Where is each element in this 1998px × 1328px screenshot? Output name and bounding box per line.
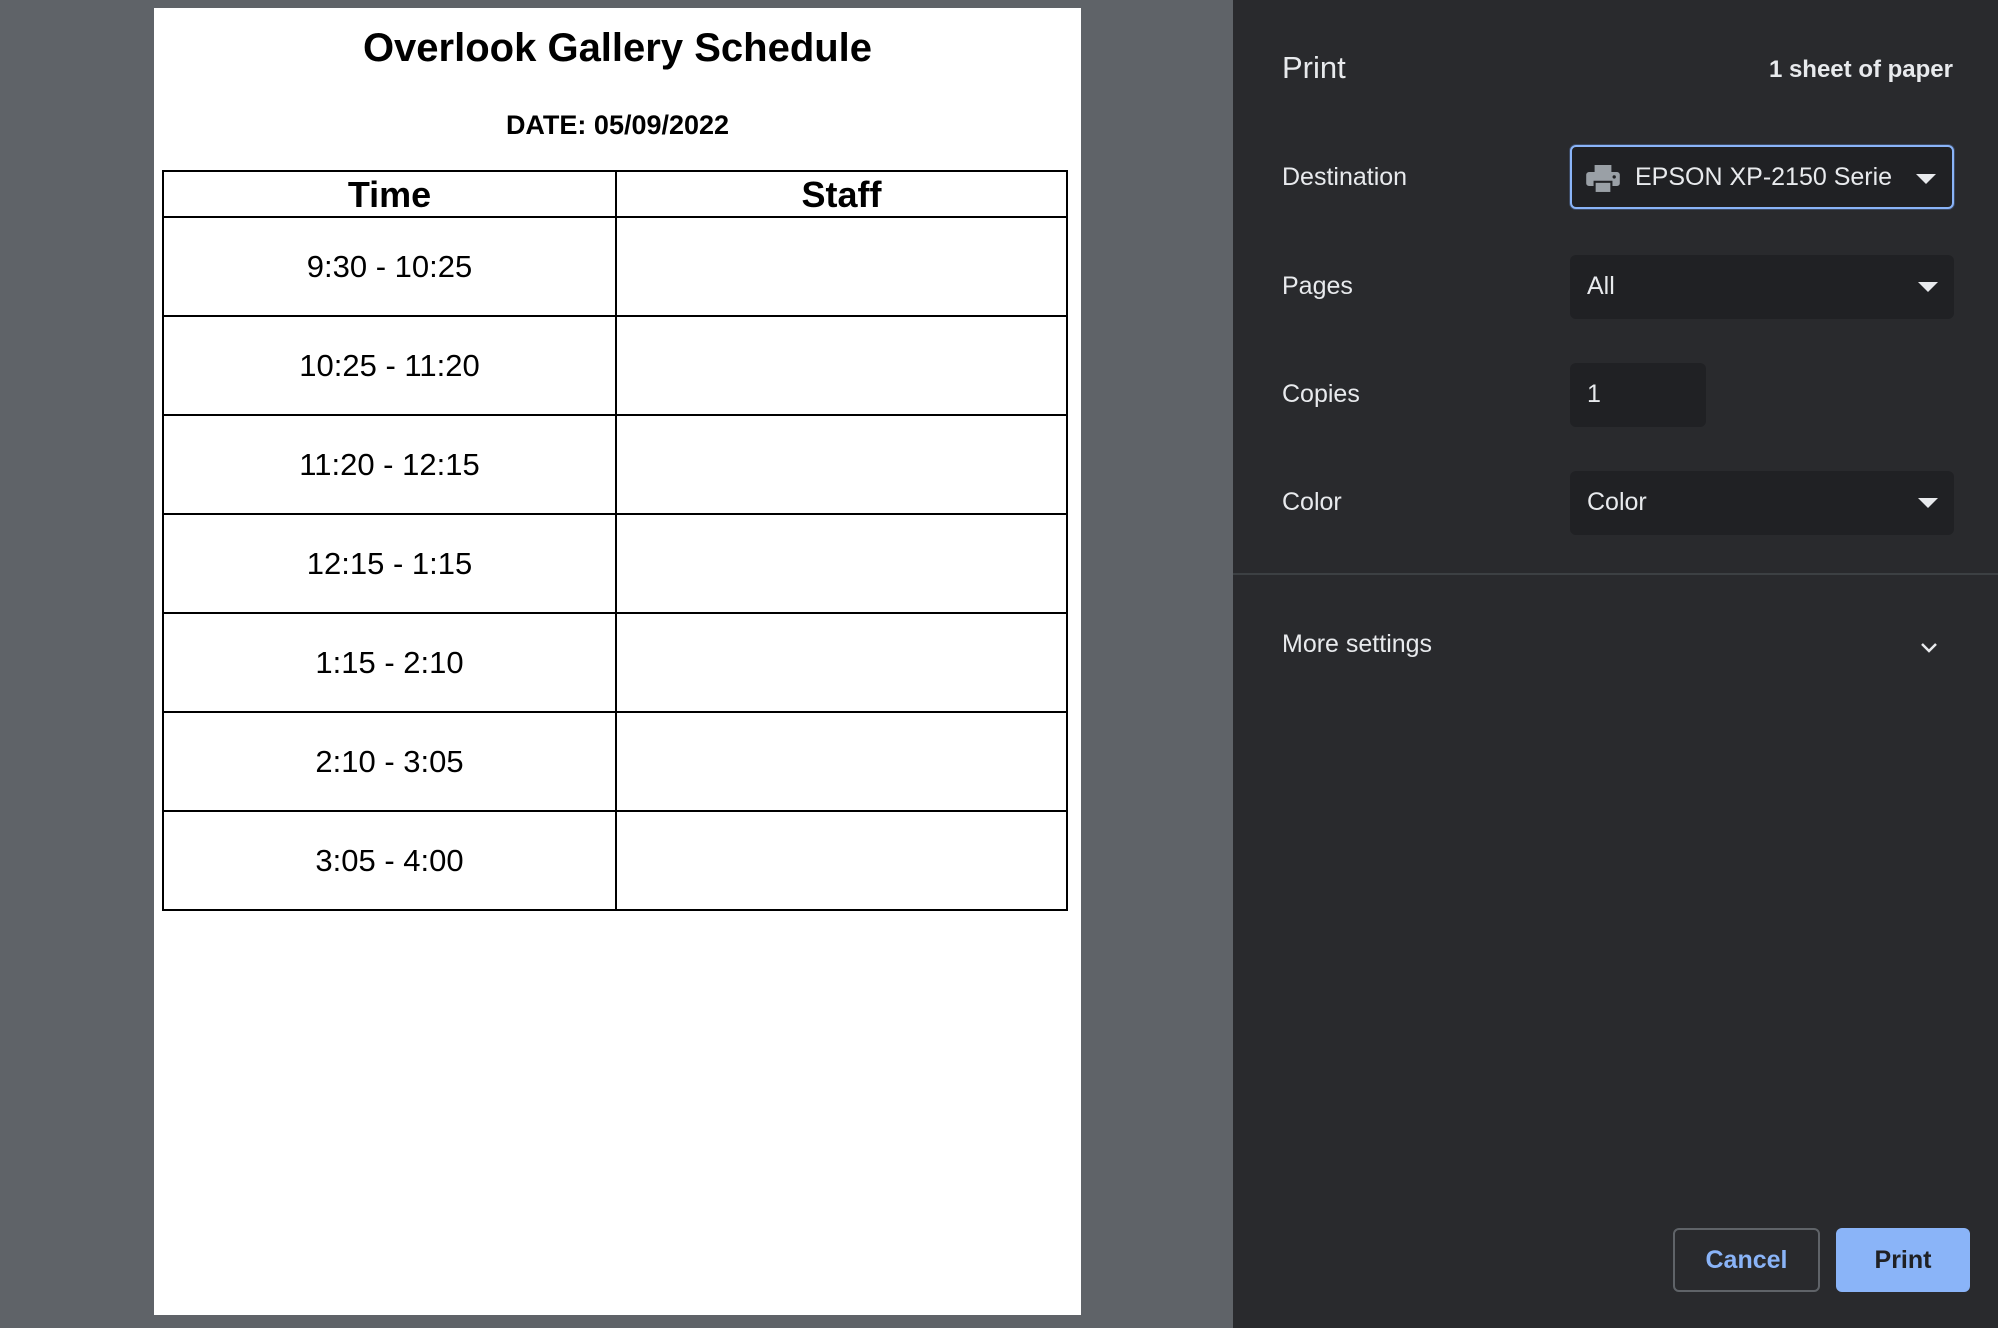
- time-cell: 9:30 - 10:25: [162, 216, 617, 317]
- time-cell: 10:25 - 11:20: [162, 315, 617, 416]
- table-row: 3:05 - 4:00: [162, 810, 1068, 911]
- panel-title: Print: [1282, 50, 1346, 85]
- time-cell: 1:15 - 2:10: [162, 612, 617, 713]
- schedule-table: Time Staff 9:30 - 10:25 10:25 - 11:20 11…: [162, 170, 1068, 911]
- staff-cell: [615, 513, 1068, 614]
- table-row: 2:10 - 3:05: [162, 711, 1068, 812]
- more-settings-toggle[interactable]: More settings: [1233, 610, 1998, 686]
- color-label: Color: [1282, 488, 1342, 516]
- time-cell: 12:15 - 1:15: [162, 513, 617, 614]
- sheet-count: 1 sheet of paper: [1768, 56, 1953, 83]
- staff-cell: [615, 414, 1068, 515]
- staff-cell: [615, 810, 1068, 911]
- table-row: 10:25 - 11:20: [162, 315, 1068, 416]
- copies-label: Copies: [1282, 380, 1360, 408]
- chevron-down-icon: [1921, 643, 1937, 653]
- time-cell: 3:05 - 4:00: [162, 810, 617, 911]
- destination-value: EPSON XP-2150 Series: [1635, 163, 1892, 191]
- color-value: Color: [1587, 488, 1647, 516]
- dropdown-arrow-icon: [1916, 174, 1936, 184]
- document-date: DATE: 05/09/2022: [505, 110, 730, 140]
- table-row: 12:15 - 1:15: [162, 513, 1068, 614]
- document-title: Overlook Gallery Schedule: [362, 26, 873, 70]
- staff-cell: [615, 216, 1068, 317]
- more-settings-label: More settings: [1282, 630, 1433, 658]
- divider: [1233, 573, 1998, 575]
- table-row: 1:15 - 2:10: [162, 612, 1068, 713]
- destination-select[interactable]: EPSON XP-2150 Series: [1570, 145, 1954, 209]
- color-select[interactable]: Color: [1570, 471, 1954, 535]
- print-settings-panel: Print 1 sheet of paper Destination EPSON…: [1233, 0, 1998, 1328]
- dropdown-arrow-icon: [1918, 498, 1938, 508]
- dropdown-arrow-icon: [1918, 282, 1938, 292]
- printer-icon: [1586, 165, 1620, 193]
- cancel-button[interactable]: Cancel: [1673, 1228, 1820, 1292]
- pages-select[interactable]: All: [1570, 255, 1954, 319]
- time-cell: 2:10 - 3:05: [162, 711, 617, 812]
- staff-cell: [615, 315, 1068, 416]
- copies-value: 1: [1587, 380, 1601, 408]
- column-header-staff: Staff: [615, 170, 1068, 218]
- table-header-row: Time Staff: [162, 170, 1068, 218]
- copies-input[interactable]: 1: [1570, 363, 1706, 427]
- print-preview-area: Overlook Gallery Schedule DATE: 05/09/20…: [0, 0, 1233, 1328]
- time-cell: 11:20 - 12:15: [162, 414, 617, 515]
- destination-label: Destination: [1282, 163, 1408, 191]
- staff-cell: [615, 711, 1068, 812]
- table-row: 9:30 - 10:25: [162, 216, 1068, 317]
- column-header-time: Time: [162, 170, 617, 218]
- pages-label: Pages: [1282, 272, 1353, 300]
- print-button[interactable]: Print: [1836, 1228, 1970, 1292]
- table-row: 11:20 - 12:15: [162, 414, 1068, 515]
- preview-page: Overlook Gallery Schedule DATE: 05/09/20…: [154, 8, 1081, 1315]
- pages-value: All: [1587, 272, 1615, 300]
- staff-cell: [615, 612, 1068, 713]
